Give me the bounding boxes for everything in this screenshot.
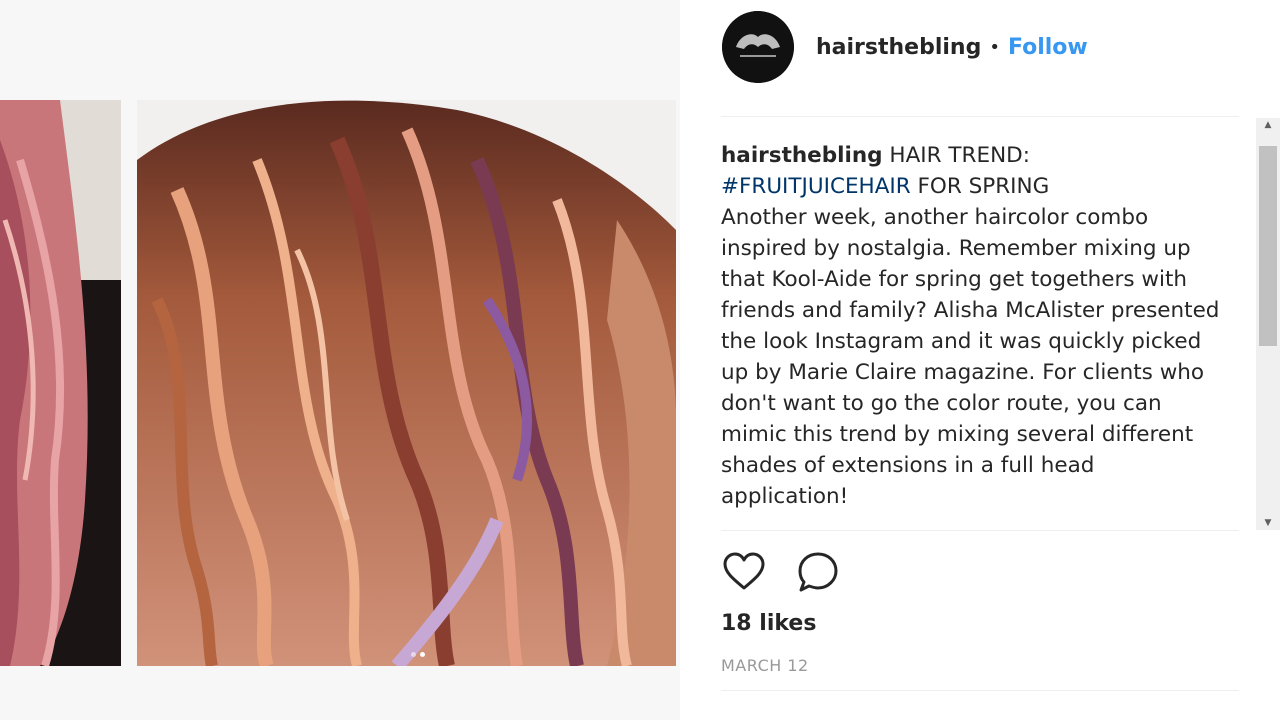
post-date[interactable]: MARCH 12	[721, 656, 809, 675]
scroll-down-icon[interactable]: ▼	[1256, 516, 1280, 530]
carousel-indicator	[411, 652, 425, 657]
avatar[interactable]	[722, 11, 794, 83]
action-bar	[720, 548, 842, 596]
separator-dot: •	[989, 36, 1000, 58]
likes-count[interactable]: 18 likes	[721, 611, 816, 636]
carousel-dot	[411, 652, 416, 657]
caption-title: HAIR TREND:	[889, 143, 1030, 168]
like-button[interactable]	[720, 548, 768, 596]
post-header: hairsthebling • Follow	[722, 10, 1088, 84]
caption-divider	[721, 530, 1239, 531]
avatar-logo-icon	[722, 11, 794, 83]
media-panel	[0, 0, 680, 720]
caption-scrollbar[interactable]: ▲ ▼	[1256, 118, 1280, 530]
scroll-thumb[interactable]	[1259, 146, 1277, 346]
footer-divider	[721, 690, 1239, 691]
comment-button[interactable]	[794, 548, 842, 596]
scroll-up-icon[interactable]: ▲	[1256, 118, 1280, 132]
caption-username[interactable]: hairsthebling	[721, 143, 883, 168]
comment-icon	[798, 552, 838, 592]
caption: hairsthebling HAIR TREND: #FRUITJUICEHAI…	[721, 140, 1221, 532]
carousel-dot-active	[420, 652, 425, 657]
current-photo[interactable]	[137, 100, 676, 666]
follow-button[interactable]: Follow	[1008, 35, 1088, 60]
hair-photo-main	[137, 100, 676, 666]
caption-body: Another week, another haircolor combo in…	[721, 205, 1220, 509]
post-sidebar: hairsthebling • Follow hairsthebling HAI…	[680, 0, 1280, 720]
heart-icon	[723, 552, 765, 590]
post-username[interactable]: hairsthebling	[816, 35, 981, 60]
caption-title-suffix: FOR SPRING	[910, 174, 1050, 199]
header-divider	[721, 116, 1239, 117]
caption-hashtag[interactable]: #FRUITJUICEHAIR	[721, 174, 911, 199]
previous-photo[interactable]	[0, 100, 121, 666]
hair-photo-left	[0, 100, 121, 666]
